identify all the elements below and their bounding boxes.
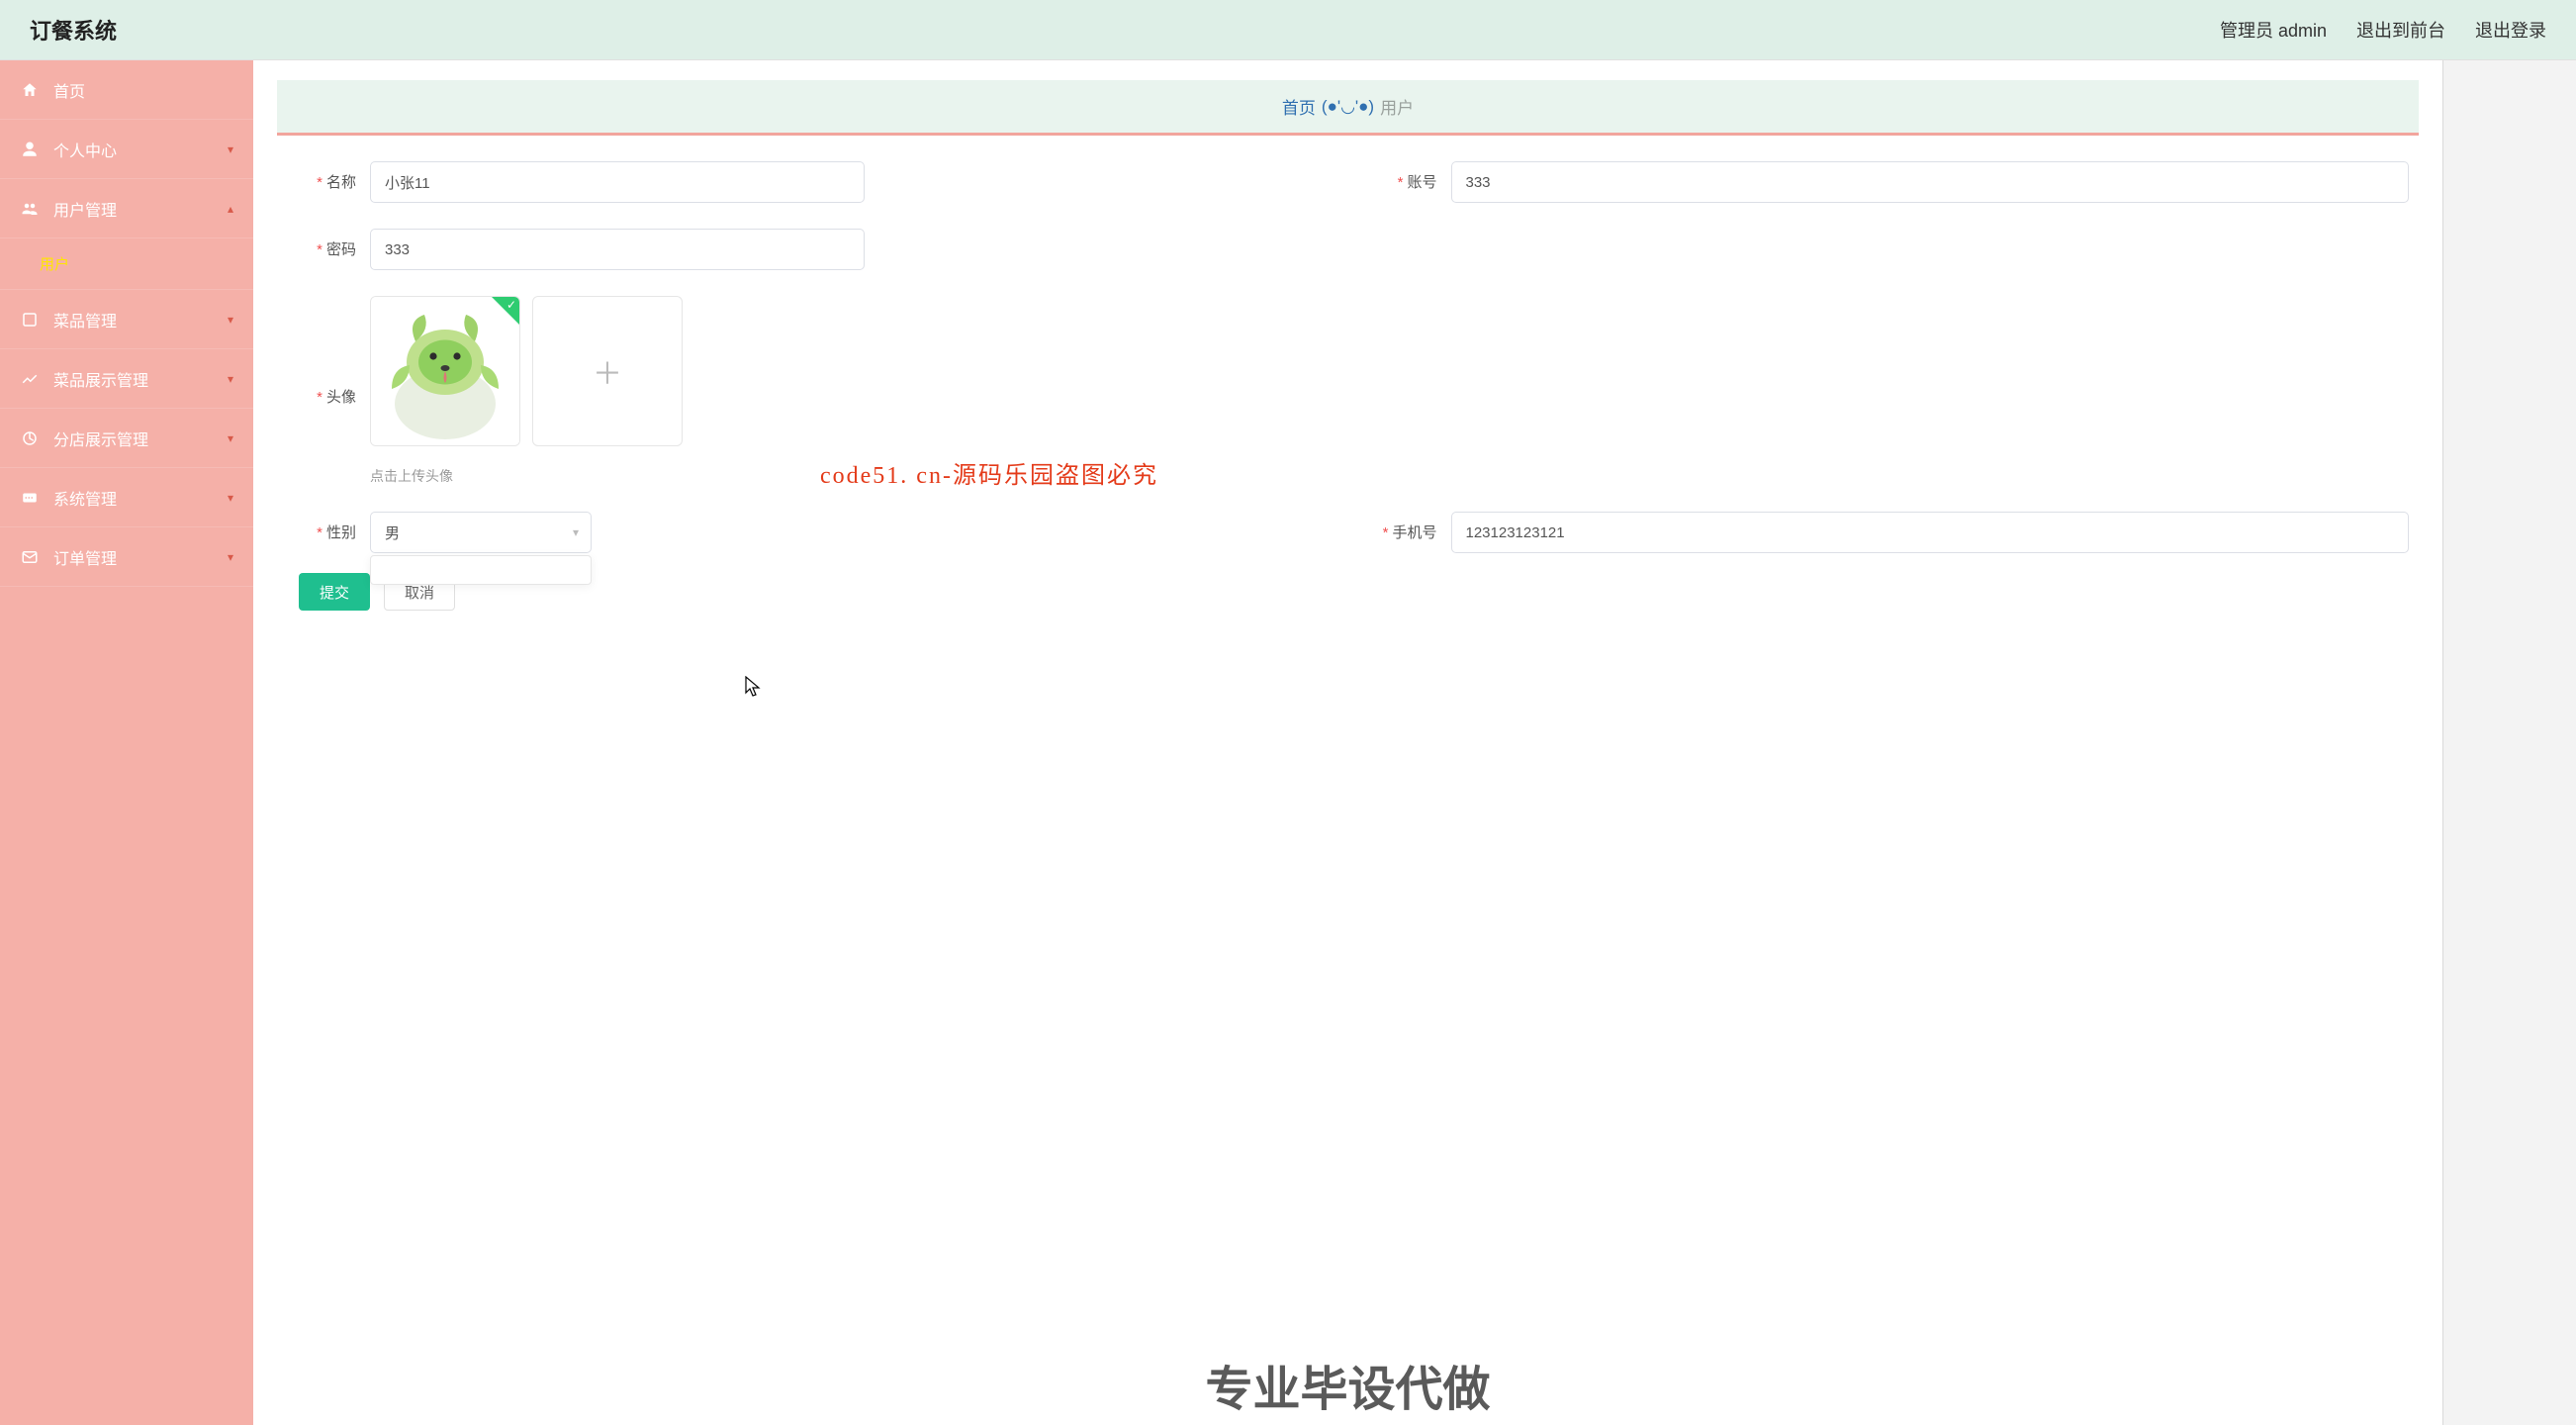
account-input[interactable] <box>1451 161 2410 203</box>
plus-icon: ＋ <box>593 349 622 393</box>
sidebar-subitem-label: 用户 <box>40 253 69 274</box>
breadcrumb-emoticon: (●'◡'●) <box>1322 97 1374 117</box>
sidebar-item-dishes[interactable]: 菜品管理 ▾ <box>0 290 253 349</box>
name-label: *名称 <box>287 161 370 192</box>
sidebar-item-home[interactable]: 首页 <box>0 60 253 120</box>
watermark-text-2: 专业毕设代做 <box>1205 1350 1490 1419</box>
user-form: *名称 *账号 *密码 *头像 <box>277 161 2419 611</box>
admin-link[interactable]: 管理员 admin <box>2220 17 2327 43</box>
user-icon <box>20 141 40 158</box>
display-icon <box>20 370 40 388</box>
chevron-up-icon: ▴ <box>228 202 233 216</box>
password-input[interactable] <box>370 229 865 270</box>
chevron-down-icon: ▾ <box>228 142 233 156</box>
sidebar-item-label: 个人中心 <box>53 138 228 161</box>
chevron-down-icon: ▾ <box>228 431 233 445</box>
check-icon <box>492 297 519 325</box>
frontend-link[interactable]: 退出到前台 <box>2356 17 2445 43</box>
sidebar-item-orders[interactable]: 订单管理 ▾ <box>0 527 253 587</box>
system-icon <box>20 489 40 507</box>
breadcrumb: 首页 (●'◡'●) 用户 <box>277 80 2419 136</box>
name-input[interactable] <box>370 161 865 203</box>
sidebar-item-label: 用户管理 <box>53 197 228 221</box>
breadcrumb-home[interactable]: 首页 <box>1282 94 1316 119</box>
sidebar-item-system[interactable]: 系统管理 ▾ <box>0 468 253 527</box>
avatar-label: *头像 <box>287 376 370 407</box>
sidebar-item-profile[interactable]: 个人中心 ▾ <box>0 120 253 179</box>
dish-icon <box>20 311 40 329</box>
chevron-down-icon: ▾ <box>573 525 579 539</box>
account-label: *账号 <box>1368 161 1451 192</box>
home-icon <box>20 81 40 99</box>
chevron-down-icon: ▾ <box>228 313 233 327</box>
password-label: *密码 <box>287 229 370 259</box>
header: 订餐系统 管理员 admin 退出到前台 退出登录 <box>0 0 2576 60</box>
sidebar-item-label: 系统管理 <box>53 486 228 510</box>
sidebar-item-branch-display[interactable]: 分店展示管理 ▾ <box>0 409 253 468</box>
sidebar-item-label: 订单管理 <box>53 545 228 569</box>
sidebar-item-label: 菜品管理 <box>53 308 228 332</box>
breadcrumb-current: 用户 <box>1380 94 1414 119</box>
cursor-icon <box>745 676 761 703</box>
order-icon <box>20 548 40 566</box>
submit-button[interactable]: 提交 <box>299 573 370 611</box>
avatar-hint: 点击上传头像 <box>370 466 2409 486</box>
sidebar-item-dish-display[interactable]: 菜品展示管理 ▾ <box>0 349 253 409</box>
gender-value: 男 <box>385 522 400 543</box>
gender-select[interactable]: 男 ▾ <box>370 512 592 553</box>
phone-label: *手机号 <box>1368 512 1451 542</box>
sidebar-subitem-user[interactable]: 用户 <box>0 238 253 290</box>
sidebar-item-label: 菜品展示管理 <box>53 367 228 391</box>
avatar-thumbnail[interactable] <box>370 296 520 446</box>
sidebar: 首页 个人中心 ▾ 用户管理 ▴ 用户 菜品管理 ▾ <box>0 60 253 1425</box>
app-title: 订餐系统 <box>30 14 117 46</box>
browser-gutter <box>2442 60 2576 1425</box>
main-content: 首页 (●'◡'●) 用户 *名称 *账号 *密码 *头像 <box>253 60 2442 1425</box>
gender-label: *性别 <box>287 512 370 542</box>
phone-input[interactable] <box>1451 512 2410 553</box>
chevron-down-icon: ▾ <box>228 550 233 564</box>
users-icon <box>20 200 40 218</box>
sidebar-item-label: 首页 <box>53 78 233 102</box>
avatar-add-button[interactable]: ＋ <box>532 296 683 446</box>
chevron-down-icon: ▾ <box>228 372 233 386</box>
branch-icon <box>20 429 40 447</box>
chevron-down-icon: ▾ <box>228 491 233 505</box>
sidebar-item-label: 分店展示管理 <box>53 427 228 450</box>
gender-dropdown[interactable] <box>370 555 592 585</box>
sidebar-item-users[interactable]: 用户管理 ▴ <box>0 179 253 238</box>
logout-link[interactable]: 退出登录 <box>2475 17 2546 43</box>
